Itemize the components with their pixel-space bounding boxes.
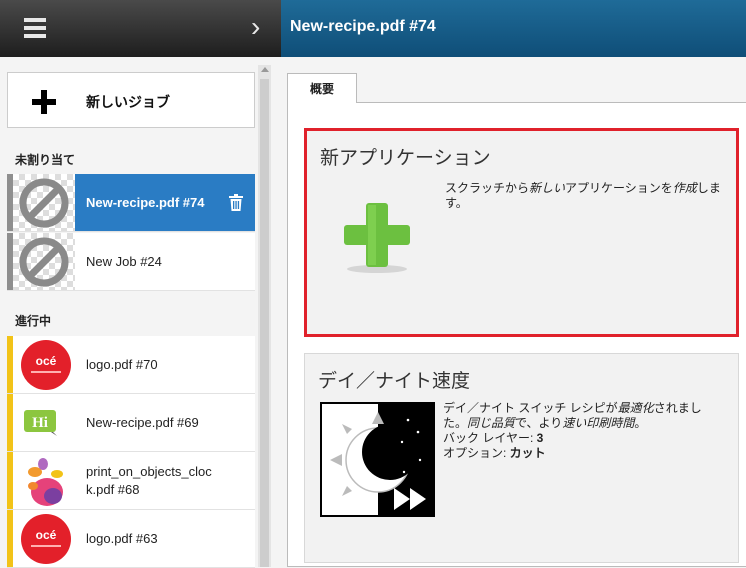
- chevron-right-icon[interactable]: ›: [251, 12, 260, 42]
- tab-overview[interactable]: 概要: [287, 73, 357, 103]
- card-description: デイ／ナイト スイッチ レシピが最適化されまし た。同じ品質で、より速い印刷時間…: [443, 401, 728, 461]
- new-job-label: 新しいジョブ: [86, 94, 170, 110]
- desc-text: で、より: [515, 416, 563, 430]
- job-item-logo-63[interactable]: océ logo.pdf #63: [7, 510, 255, 568]
- job-thumbnail: [13, 174, 75, 231]
- job-item-new-recipe-74[interactable]: New-recipe.pdf #74: [7, 174, 255, 232]
- menu-icon[interactable]: [24, 18, 46, 38]
- desc-text-italic: 最適化: [617, 401, 654, 415]
- job-name: print_on_objects_cloc k.pdf #68: [86, 463, 212, 499]
- job-name: New-recipe.pdf #69: [86, 415, 199, 430]
- new-application-card[interactable]: 新アプリケーション スクラッチから新しいアプリケーションを作成します。: [304, 128, 739, 337]
- option-label: オプション:: [443, 446, 510, 460]
- unassigned-section-label: 未割り当て: [15, 153, 76, 167]
- desc-text: 。: [634, 416, 647, 430]
- card-title: 新アプリケーション: [320, 148, 491, 169]
- desc-text: アプリケーションを: [565, 181, 673, 195]
- title-bar: New-recipe.pdf #74: [281, 0, 746, 57]
- butterfly-image: [28, 458, 63, 506]
- job-name: logo.pdf #63: [86, 531, 158, 546]
- desc-text-italic: 印刷時間: [586, 416, 635, 430]
- job-name: New-recipe.pdf #74: [86, 195, 205, 210]
- svg-text:Hi: Hi: [32, 415, 48, 431]
- job-item-print-on-objects-68[interactable]: print_on_objects_cloc k.pdf #68: [7, 452, 255, 510]
- desc-text-italic: 速い: [562, 416, 587, 430]
- job-item-logo-70[interactable]: océ logo.pdf #70: [7, 336, 255, 394]
- no-preview-icon: [19, 237, 69, 287]
- desc-text: されまし: [653, 401, 702, 415]
- day-night-icon: [320, 402, 435, 517]
- hi-logo: Hi: [24, 410, 57, 436]
- back-layer-label: バック レイヤー:: [443, 431, 537, 445]
- scroll-up-icon[interactable]: [261, 67, 269, 72]
- job-thumbnail: [13, 233, 75, 290]
- sidebar-header: ›: [0, 0, 281, 57]
- desc-text-italic: 同じ品質: [467, 416, 516, 430]
- desc-text: スクラッチから: [445, 181, 530, 195]
- scrollbar-thumb[interactable]: [260, 79, 269, 567]
- no-preview-icon: [19, 178, 69, 228]
- main-content: 概要 新アプリケーション スクラッチから新しいアプリケーションを作成します。 デ…: [281, 57, 746, 567]
- job-thumbnail: océ: [13, 336, 75, 393]
- oce-logo: océ: [21, 514, 71, 564]
- day-night-speed-card[interactable]: デイ／ナイト速度 デイ／ナイト スイッチ レシピが最適化されまし た。同じ品質で…: [304, 353, 739, 563]
- back-layer-value: 3: [536, 431, 544, 445]
- desc-text-italic: 作成: [672, 181, 697, 195]
- add-icon: [344, 203, 410, 273]
- job-name: New Job #24: [86, 254, 162, 269]
- svg-text:océ: océ: [36, 528, 57, 542]
- new-job-button[interactable]: 新しいジョブ: [7, 72, 255, 128]
- job-name-line-2: k.pdf #68: [86, 482, 140, 497]
- trash-icon[interactable]: [229, 194, 243, 211]
- card-title: デイ／ナイト速度: [318, 371, 471, 392]
- desc-text: た。: [443, 416, 468, 430]
- desc-text-italic: 新しい: [529, 181, 566, 195]
- option-value: カット: [509, 446, 546, 460]
- job-thumbnail: Hi: [13, 394, 75, 451]
- job-thumbnail: océ: [13, 510, 75, 567]
- job-thumbnail: [13, 452, 75, 509]
- job-name-line-1: print_on_objects_cloc: [86, 464, 212, 479]
- plus-icon: [32, 90, 56, 114]
- desc-text: しま: [696, 181, 721, 195]
- job-item-new-job-24[interactable]: New Job #24: [7, 233, 255, 291]
- job-name: logo.pdf #70: [86, 357, 158, 372]
- desc-text: デイ／ナイト スイッチ レシピが: [443, 401, 618, 415]
- job-sidebar: 新しいジョブ 未割り当て New-recipe.pdf #74 New Job …: [0, 57, 281, 568]
- oce-logo: océ: [21, 340, 71, 390]
- document-title: New-recipe.pdf #74: [290, 18, 436, 35]
- svg-text:océ: océ: [36, 354, 57, 368]
- desc-text: す。: [445, 196, 468, 210]
- in-progress-section-label: 進行中: [15, 314, 52, 328]
- job-item-new-recipe-69[interactable]: Hi New-recipe.pdf #69: [7, 394, 255, 452]
- card-description: スクラッチから新しいアプリケーションを作成します。: [445, 181, 730, 211]
